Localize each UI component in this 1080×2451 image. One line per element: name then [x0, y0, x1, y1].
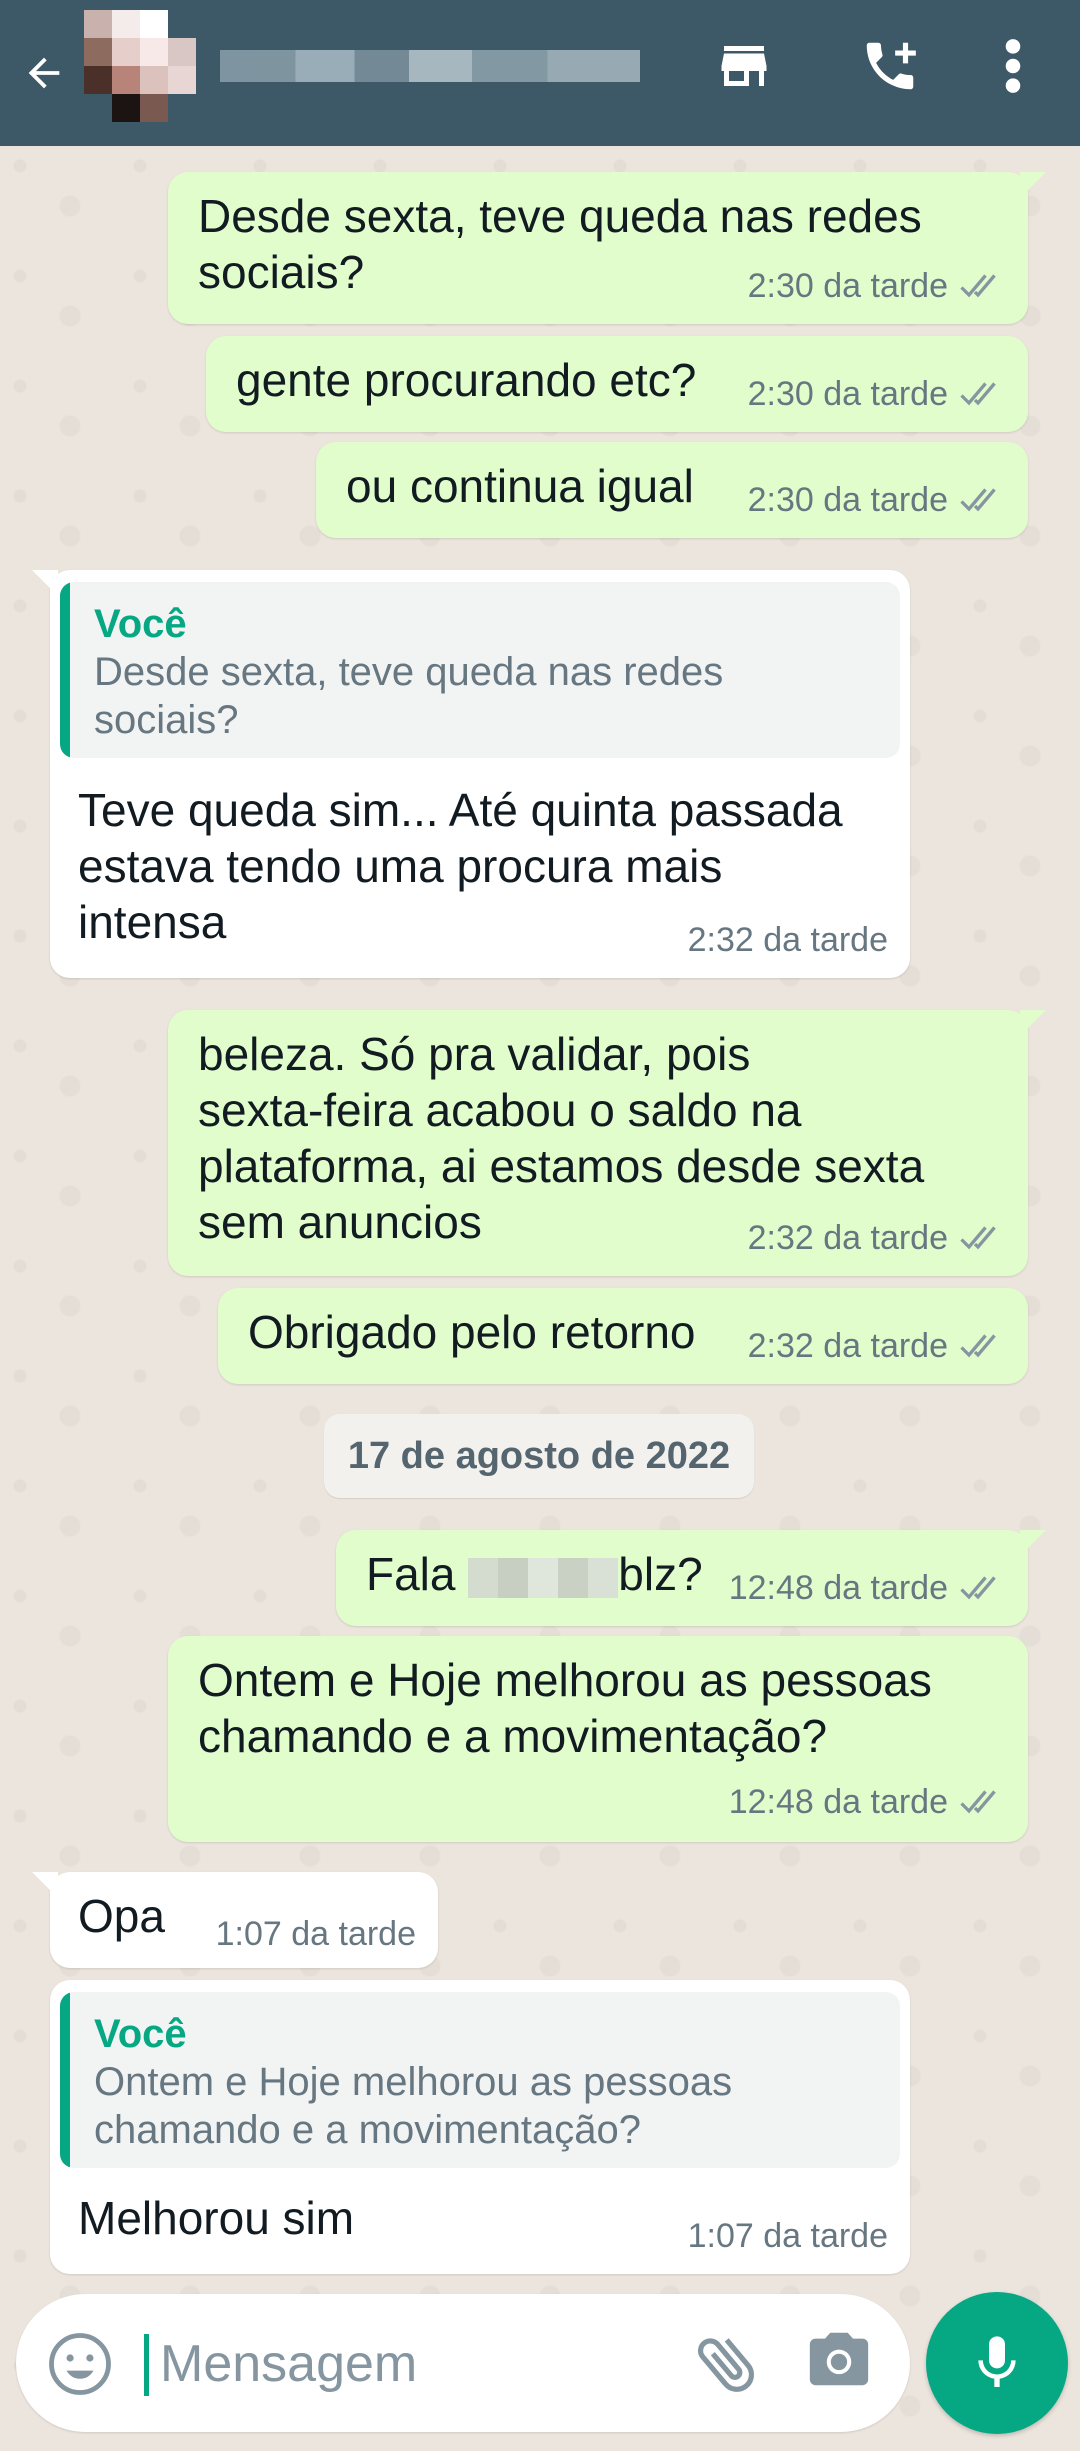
message-composer — [16, 2294, 910, 2432]
message-text: ou continua igual — [346, 460, 694, 512]
message-time: 1:07 da tarde — [215, 1915, 416, 1953]
back-button[interactable] — [14, 38, 74, 108]
add-call-icon — [866, 42, 916, 90]
more-options-button[interactable] — [990, 28, 1036, 104]
back-arrow-icon — [28, 57, 60, 89]
read-ticks-icon — [960, 274, 996, 298]
message-text: Ontem e Hoje melhorou as pessoas chamand… — [198, 1654, 932, 1762]
quote-author: Você — [94, 602, 187, 646]
quote-text: Desde sexta, teve queda nas redes sociai… — [94, 650, 724, 742]
message-time: 2:30 da tarde — [747, 267, 948, 305]
message-meta: 2:32 da tarde — [688, 912, 888, 968]
message-text: Opa — [78, 1890, 165, 1942]
message-meta: 2:32 da tarde — [748, 1210, 1008, 1266]
message-text-end: blz? — [618, 1548, 703, 1600]
message-time: 2:32 da tarde — [747, 1327, 948, 1365]
store-icon — [721, 46, 767, 86]
message-outgoing[interactable]: ou continua igual 2:30 da tarde — [316, 442, 1028, 538]
attach-button[interactable] — [688, 2324, 766, 2402]
message-text: Melhorou sim — [78, 2192, 355, 2244]
message-time: 12:48 da tarde — [728, 1569, 948, 1607]
message-meta: 1:07 da tarde — [216, 1906, 416, 1962]
text-cursor — [144, 2334, 149, 2396]
message-text: gente procurando etc? — [236, 354, 697, 406]
message-outgoing[interactable]: Fala blz? 12:48 da tarde — [336, 1530, 1046, 1626]
chat-header — [0, 0, 1080, 146]
message-outgoing[interactable]: Obrigado pelo retorno 2:32 da tarde — [218, 1288, 1028, 1384]
message-meta: 2:30 da tarde — [748, 366, 1008, 422]
mic-icon — [978, 2336, 1016, 2387]
catalog-button[interactable] — [706, 28, 782, 104]
redacted-name — [468, 1557, 619, 1598]
message-incoming[interactable]: Opa 1:07 da tarde — [32, 1872, 438, 1968]
quote-accent-bar — [60, 582, 70, 758]
quote-accent-bar — [60, 1992, 70, 2168]
attach-icon — [698, 2338, 755, 2392]
contact-name-redacted[interactable] — [220, 50, 640, 82]
message-incoming[interactable]: Você Ontem e Hoje melhorou as pessoas ch… — [50, 1980, 910, 2274]
read-ticks-icon — [960, 1334, 996, 1358]
message-time: 2:32 da tarde — [747, 1219, 948, 1257]
date-separator: 17 de agosto de 2022 — [324, 1414, 754, 1498]
read-ticks-icon — [960, 1790, 996, 1814]
message-incoming[interactable]: Você Desde sexta, teve queda nas redes s… — [32, 570, 910, 978]
emoji-icon — [49, 2333, 111, 2395]
message-text-start: Fala — [366, 1548, 456, 1600]
message-input[interactable] — [158, 2324, 682, 2404]
message-time: 2:32 da tarde — [687, 921, 888, 959]
message-time: 12:48 da tarde — [728, 1783, 948, 1821]
message-meta: 2:32 da tarde — [748, 1318, 1008, 1374]
more-vert-icon — [1005, 39, 1021, 93]
read-ticks-icon — [960, 488, 996, 512]
message-time: 1:07 da tarde — [687, 2217, 888, 2255]
message-meta: 12:48 da tarde — [729, 1774, 1008, 1830]
camera-button[interactable] — [804, 2324, 882, 2402]
message-time: 2:30 da tarde — [747, 375, 948, 413]
read-ticks-icon — [960, 1226, 996, 1250]
message-text: Fala blz? — [366, 1546, 703, 1602]
read-ticks-icon — [960, 1576, 996, 1600]
voice-message-button[interactable] — [926, 2292, 1068, 2434]
message-text: Obrigado pelo retorno — [248, 1306, 696, 1358]
message-meta: 12:48 da tarde — [729, 1560, 1008, 1616]
quote-text: Ontem e Hoje melhorou as pessoas chamand… — [94, 2060, 733, 2152]
contact-avatar[interactable] — [84, 10, 196, 122]
message-time: 2:30 da tarde — [747, 481, 948, 519]
message-outgoing[interactable]: gente procurando etc? 2:30 da tarde — [206, 336, 1028, 432]
emoji-button[interactable] — [44, 2328, 116, 2400]
message-meta: 2:30 da tarde — [748, 258, 1008, 314]
message-outgoing[interactable]: beleza. Só pra validar, pois sexta-feira… — [168, 1010, 1046, 1276]
quoted-message[interactable]: Você Ontem e Hoje melhorou as pessoas ch… — [60, 1992, 900, 2168]
message-outgoing[interactable]: Desde sexta, teve queda nas redes sociai… — [168, 172, 1046, 324]
quote-author: Você — [94, 2012, 187, 2056]
message-meta: 2:30 da tarde — [748, 472, 1008, 528]
camera-icon — [809, 2332, 869, 2386]
quoted-message[interactable]: Você Desde sexta, teve queda nas redes s… — [60, 582, 900, 758]
add-call-button[interactable] — [852, 28, 928, 104]
read-ticks-icon — [960, 382, 996, 406]
message-outgoing[interactable]: Ontem e Hoje melhorou as pessoas chamand… — [168, 1636, 1028, 1842]
message-meta: 1:07 da tarde — [688, 2208, 888, 2264]
